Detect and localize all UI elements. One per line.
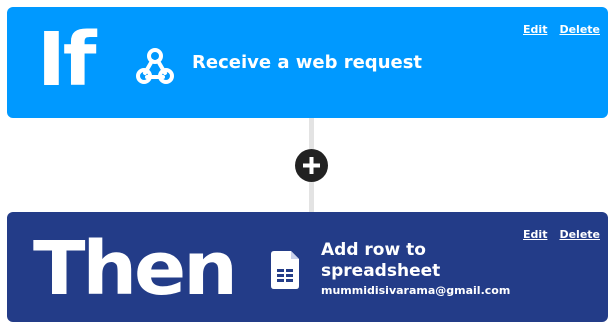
action-card[interactable]: Then Add row to spreadsheet mummidisivar… bbox=[7, 212, 608, 322]
edit-action-link[interactable]: Edit bbox=[523, 228, 547, 241]
action-label: Add row to spreadsheet bbox=[321, 240, 441, 281]
account-email: mummidisivarama@gmail.com bbox=[321, 284, 511, 297]
then-keyword: Then bbox=[33, 226, 238, 312]
edit-trigger-link[interactable]: Edit bbox=[523, 23, 547, 36]
spreadsheet-icon bbox=[271, 251, 301, 289]
action-actions: Edit Delete bbox=[523, 228, 600, 241]
applet-editor: If Receive a web request Edit Delete The… bbox=[0, 0, 608, 322]
delete-trigger-link[interactable]: Delete bbox=[559, 23, 600, 36]
trigger-label: Receive a web request bbox=[192, 52, 423, 73]
delete-action-link[interactable]: Delete bbox=[559, 228, 600, 241]
if-keyword: If bbox=[37, 17, 97, 103]
trigger-actions: Edit Delete bbox=[523, 23, 600, 36]
trigger-card[interactable]: If Receive a web request Edit Delete bbox=[7, 7, 608, 118]
plus-icon bbox=[303, 157, 320, 174]
webhook-icon bbox=[135, 45, 175, 85]
add-step-button[interactable] bbox=[295, 149, 328, 182]
